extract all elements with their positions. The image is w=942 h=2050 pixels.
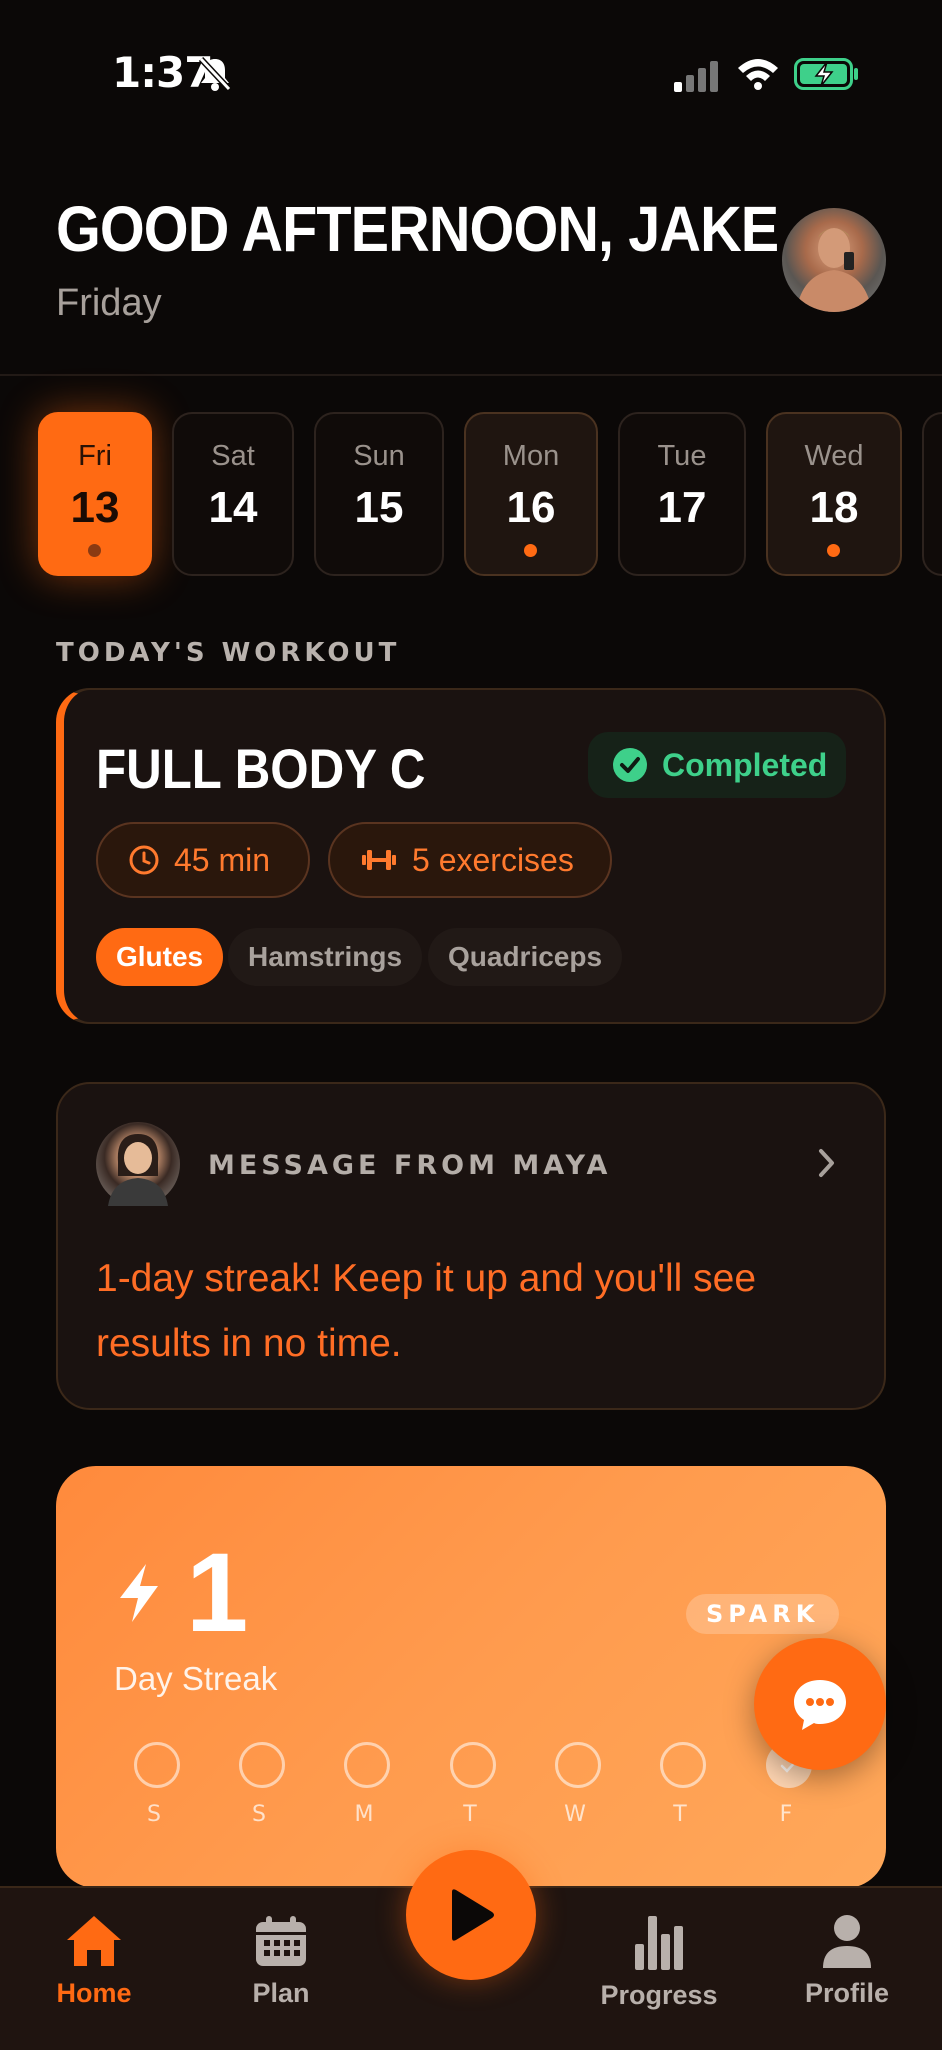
tab-profile-label: Profile [804, 1978, 890, 2008]
duration-pill: 45 min [96, 822, 310, 898]
date-day-name: Tue [657, 440, 707, 472]
workout-title: FULL BODY C [96, 737, 426, 800]
date-item-mon-16[interactable]: Mon 16 [464, 412, 598, 576]
date-day-number: 14 [208, 483, 258, 532]
date-day-number: 15 [354, 483, 404, 532]
workout-dot [524, 544, 537, 557]
check-circle-icon [613, 748, 647, 782]
coach-avatar [96, 1122, 180, 1206]
date-day-name: Mon [502, 440, 560, 472]
signal-icon [674, 61, 718, 92]
week-day-letter: S [252, 1802, 266, 1827]
play-icon [452, 1889, 494, 1941]
week-day-letter: W [564, 1802, 586, 1827]
section-label-today: TODAY'S WORKOUT [56, 638, 401, 668]
date-item-sat-14[interactable]: Sat 14 [172, 412, 294, 576]
date-item-tue-17[interactable]: Tue 17 [618, 412, 746, 576]
workout-dot [827, 544, 840, 557]
tab-profile[interactable]: Profile [767, 1914, 927, 2009]
week-day-letter: M [354, 1802, 374, 1827]
tag-glutes: Glutes [96, 928, 224, 986]
bar-chart-icon [635, 1916, 683, 1970]
week-day-circle [344, 1742, 390, 1788]
week-day-circle [450, 1742, 496, 1788]
date-day-name: Wed [804, 440, 864, 472]
greeting-title: GOOD AFTERNOON, JAKE [56, 193, 779, 265]
home-icon [67, 1916, 121, 1966]
bell-off-icon [198, 56, 232, 92]
date-day-number: 18 [809, 483, 859, 532]
current-day-label: Friday [56, 282, 162, 324]
chat-bubble-icon [794, 1680, 846, 1730]
completed-badge: Completed [588, 732, 846, 798]
week-day-letter: S [147, 1802, 161, 1827]
header-divider [0, 374, 942, 376]
week-day-letter: T [463, 1802, 477, 1827]
clock-icon [129, 845, 159, 875]
tab-progress[interactable]: Progress [579, 1914, 739, 2011]
coach-photo [108, 1134, 168, 1206]
tab-plan-label: Plan [252, 1978, 310, 2008]
tab-plan[interactable]: Plan [201, 1914, 361, 2009]
spark-badge: SPARK [686, 1594, 840, 1634]
date-day-number: 16 [506, 483, 556, 532]
start-workout-button[interactable] [406, 1850, 536, 1980]
duration-label: 45 min [174, 841, 271, 878]
date-day-name: Sat [211, 440, 255, 472]
streak-label: Day Streak [114, 1660, 278, 1697]
person-icon [823, 1915, 871, 1968]
week-day-circle [555, 1742, 601, 1788]
streak-count: 1 [186, 1530, 249, 1655]
user-photo [796, 228, 872, 312]
tab-home-label: Home [56, 1978, 132, 2008]
message-from-label: MESSAGE FROM MAYA [208, 1150, 612, 1181]
completed-label: Completed [662, 746, 828, 783]
tab-progress-label: Progress [600, 1980, 718, 2010]
tab-home[interactable]: Home [14, 1914, 174, 2009]
date-item-next[interactable] [922, 412, 942, 576]
calendar-icon [256, 1916, 306, 1966]
chat-fab-button[interactable] [754, 1638, 886, 1770]
date-item-wed-18[interactable]: Wed 18 [766, 412, 902, 576]
wifi-icon [738, 59, 778, 90]
tag-quadriceps: Quadriceps [428, 928, 623, 986]
dumbbell-icon [362, 850, 396, 870]
chevron-right-icon[interactable] [816, 1146, 838, 1180]
week-day-circle [660, 1742, 706, 1788]
week-day-circle [134, 1742, 180, 1788]
lightning-icon [120, 1564, 158, 1622]
week-day-circle [239, 1742, 285, 1788]
date-item-sun-15[interactable]: Sun 15 [314, 412, 444, 576]
date-day-name: Sun [353, 440, 405, 472]
date-item-fri-13[interactable]: Fri 13 [38, 412, 152, 576]
exercises-pill: 5 exercises [328, 822, 612, 898]
date-day-number: 13 [70, 483, 120, 532]
battery-charging-icon [794, 58, 858, 90]
workout-dot [88, 544, 101, 557]
week-day-letter: T [673, 1802, 687, 1827]
date-day-name: Fri [78, 440, 112, 472]
week-day-letter: F [779, 1802, 793, 1827]
date-day-number: 17 [657, 483, 707, 532]
tag-hamstrings: Hamstrings [228, 928, 423, 986]
message-text: 1-day streak! Keep it up and you'll see … [96, 1257, 757, 1365]
exercises-label: 5 exercises [412, 841, 574, 878]
user-avatar[interactable] [782, 208, 886, 312]
